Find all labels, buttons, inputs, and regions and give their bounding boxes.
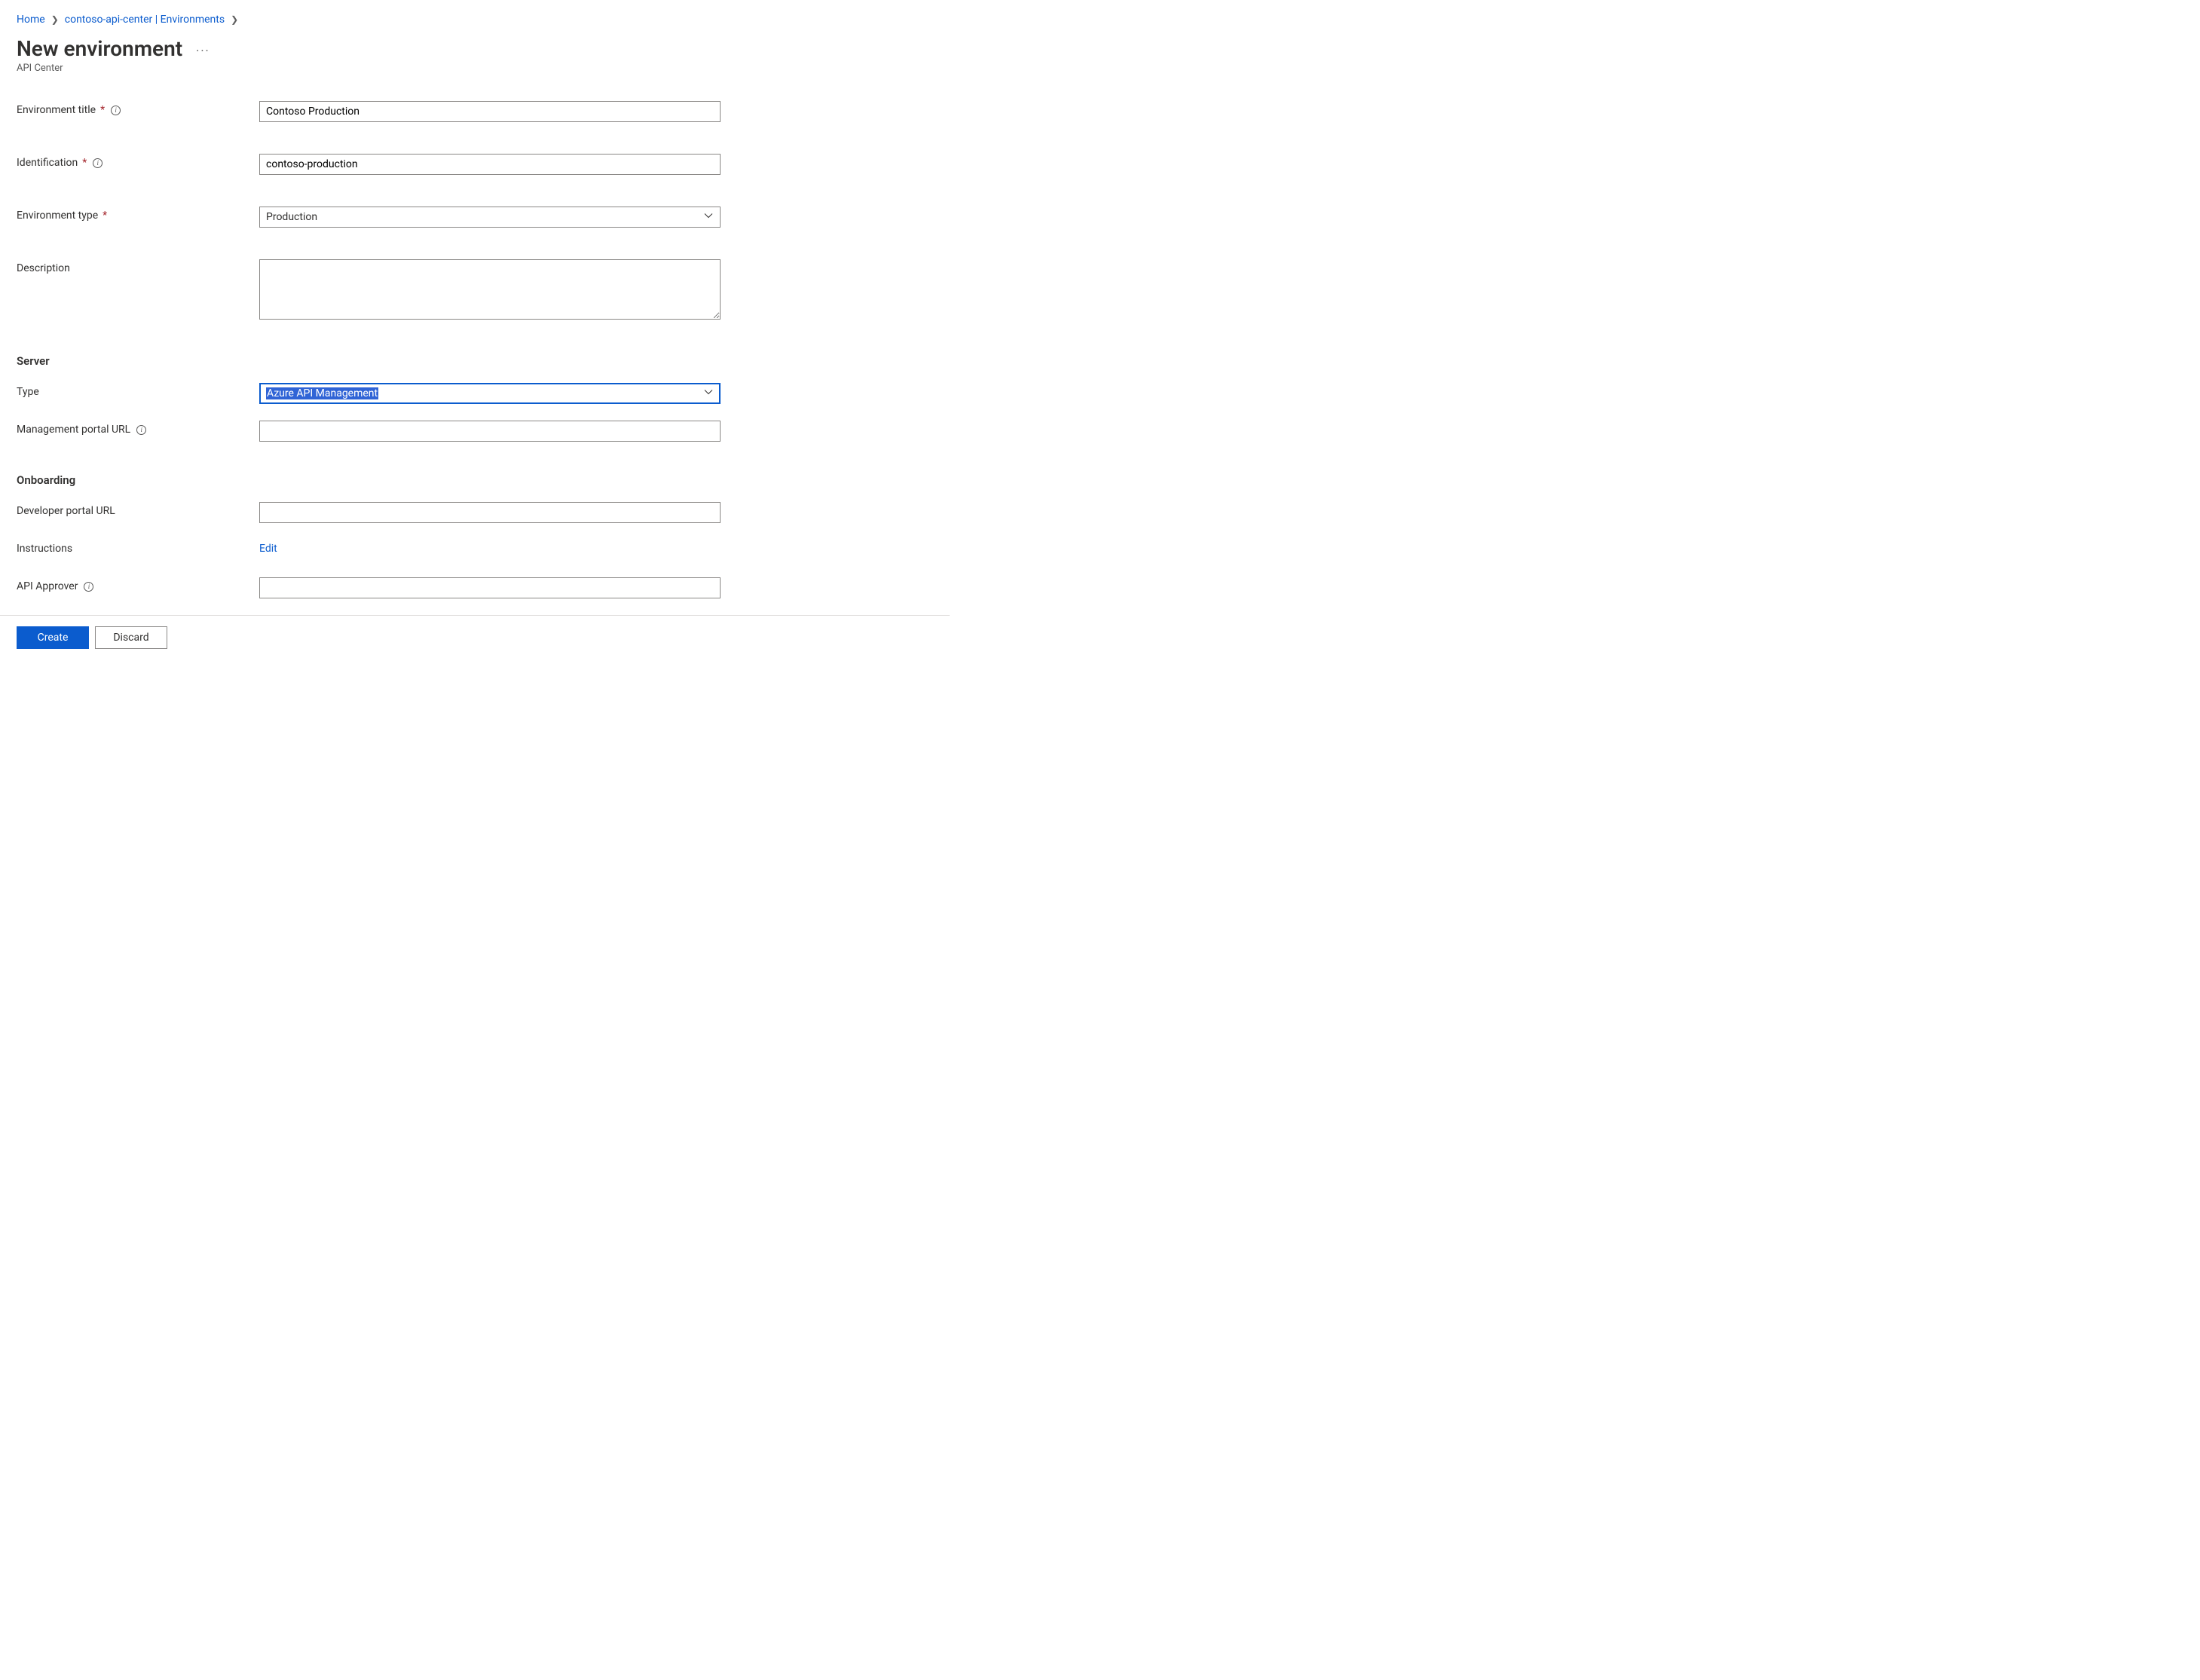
required-indicator: * bbox=[103, 210, 107, 222]
server-section-heading: Server bbox=[17, 354, 933, 368]
management-portal-url-label: Management portal URL bbox=[17, 424, 130, 436]
api-approver-label: API Approver bbox=[17, 580, 78, 592]
server-type-select[interactable]: Azure API Management bbox=[259, 383, 721, 404]
chevron-right-icon: ❯ bbox=[50, 14, 60, 25]
onboarding-section-heading: Onboarding bbox=[17, 473, 933, 487]
management-portal-url-input[interactable] bbox=[259, 421, 721, 442]
discard-button[interactable]: Discard bbox=[95, 626, 167, 649]
create-button[interactable]: Create bbox=[17, 626, 89, 649]
environment-type-select[interactable]: Production bbox=[259, 207, 721, 228]
footer-bar: Create Discard bbox=[0, 615, 950, 663]
more-actions-button[interactable]: ··· bbox=[196, 41, 210, 57]
info-icon[interactable]: i bbox=[136, 425, 146, 435]
info-icon[interactable]: i bbox=[93, 158, 103, 168]
breadcrumb-api-center[interactable]: contoso-api-center | Environments bbox=[65, 14, 225, 26]
page-title: New environment bbox=[17, 36, 182, 61]
breadcrumb-home[interactable]: Home bbox=[17, 14, 45, 26]
description-label: Description bbox=[17, 262, 70, 274]
server-type-label: Type bbox=[17, 386, 39, 398]
required-indicator: * bbox=[100, 104, 105, 116]
environment-type-label: Environment type bbox=[17, 210, 98, 222]
developer-portal-url-label: Developer portal URL bbox=[17, 505, 115, 517]
developer-portal-url-input[interactable] bbox=[259, 502, 721, 523]
identification-input[interactable] bbox=[259, 154, 721, 175]
description-textarea[interactable] bbox=[259, 259, 721, 320]
identification-label: Identification bbox=[17, 157, 78, 169]
instructions-edit-link[interactable]: Edit bbox=[259, 543, 277, 555]
breadcrumb: Home ❯ contoso-api-center | Environments… bbox=[17, 14, 933, 26]
chevron-right-icon: ❯ bbox=[229, 14, 240, 25]
api-approver-input[interactable] bbox=[259, 577, 721, 598]
environment-title-input[interactable] bbox=[259, 101, 721, 122]
info-icon[interactable]: i bbox=[111, 106, 121, 115]
required-indicator: * bbox=[82, 157, 87, 169]
info-icon[interactable]: i bbox=[84, 582, 93, 592]
page-subtitle: API Center bbox=[17, 63, 933, 74]
instructions-label: Instructions bbox=[17, 543, 72, 555]
environment-title-label: Environment title bbox=[17, 104, 96, 116]
